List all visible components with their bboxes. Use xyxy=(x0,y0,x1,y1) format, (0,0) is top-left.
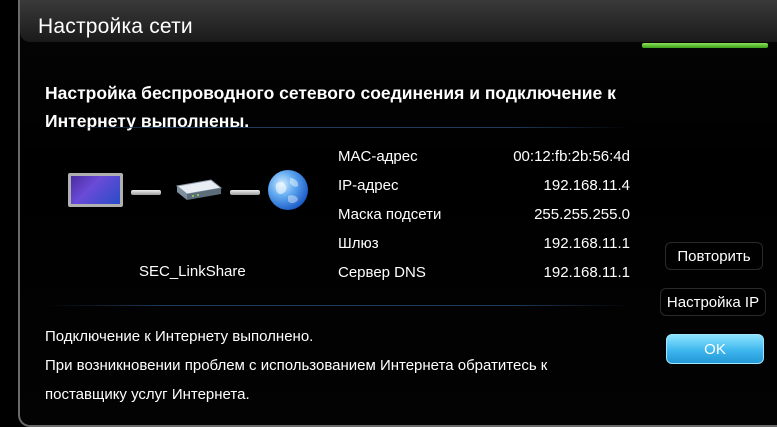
progress-indicator xyxy=(642,43,768,48)
dialog-title: Настройка сети xyxy=(38,15,193,38)
detail-value: 192.168.11.1 xyxy=(543,264,630,281)
connection-diagram xyxy=(68,170,328,212)
status-message: Подключение к Интернету выполнено. При в… xyxy=(45,322,645,409)
divider-bottom xyxy=(45,305,630,306)
divider-top xyxy=(45,127,630,128)
detail-label: Маска подсети xyxy=(338,206,442,223)
detail-row-mac: MAC-адрес 00:12:fb:2b:56:4d xyxy=(338,148,630,177)
ok-button[interactable]: OK xyxy=(666,334,764,364)
detail-value: 192.168.11.1 xyxy=(543,235,630,252)
router-icon xyxy=(171,178,223,202)
link-line-router-internet xyxy=(230,190,260,195)
detail-value: 255.255.255.0 xyxy=(534,206,630,223)
status-line-1: Подключение к Интернету выполнено. xyxy=(45,328,314,345)
network-details: MAC-адрес 00:12:fb:2b:56:4d IP-адрес 192… xyxy=(338,148,630,293)
status-line-2: При возникновении проблем с использовани… xyxy=(45,357,548,374)
detail-label: Шлюз xyxy=(338,235,379,252)
detail-value: 00:12:fb:2b:56:4d xyxy=(513,148,630,165)
detail-row-dns: Сервер DNS 192.168.11.1 xyxy=(338,264,630,293)
detail-label: MAC-адрес xyxy=(338,148,418,165)
detail-row-subnet: Маска подсети 255.255.255.0 xyxy=(338,206,630,235)
tv-icon xyxy=(68,173,123,207)
detail-label: Сервер DNS xyxy=(338,264,426,281)
retry-button[interactable]: Повторить xyxy=(665,242,763,270)
network-ssid: SEC_LinkShare xyxy=(139,263,246,280)
detail-row-gateway: Шлюз 192.168.11.1 xyxy=(338,235,630,264)
ip-settings-button[interactable]: Настройка IP xyxy=(660,288,766,316)
globe-icon xyxy=(268,170,308,210)
detail-value: 192.168.11.4 xyxy=(543,177,630,194)
detail-label: IP-адрес xyxy=(338,177,399,194)
status-line-3: поставщику услуг Интернета. xyxy=(45,386,250,403)
detail-row-ip: IP-адрес 192.168.11.4 xyxy=(338,177,630,206)
link-line-tv-router xyxy=(131,190,161,195)
